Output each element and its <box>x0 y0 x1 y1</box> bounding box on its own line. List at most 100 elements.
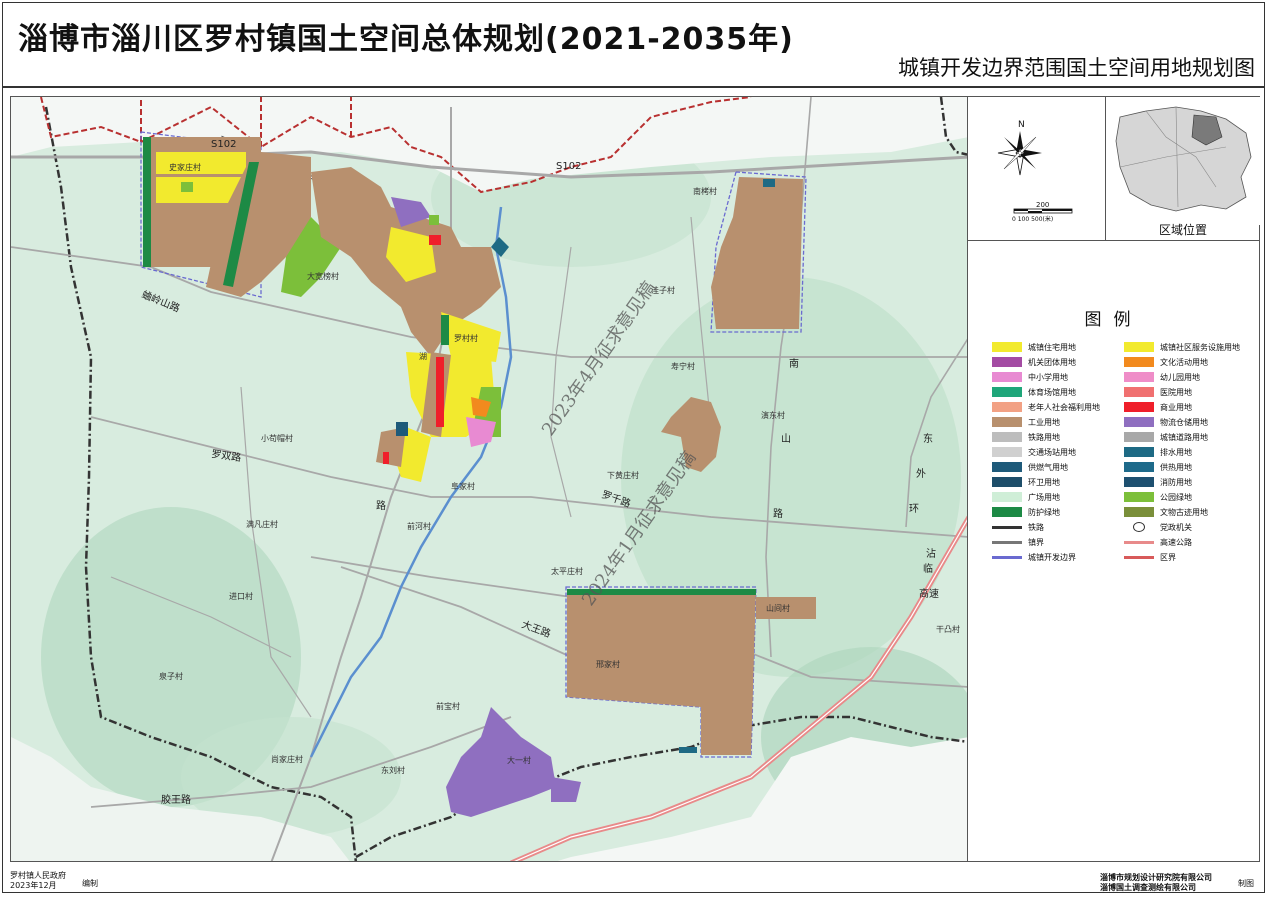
village-label: 大一村 <box>507 755 531 765</box>
map-svg: S102 S102 蛐岭山路 罗双路 路 罗千路 大王路 胶王路 南 山 路 东… <box>11 97 967 861</box>
legend-label: 供热用地 <box>1160 462 1192 472</box>
road-label: 高速 <box>919 587 939 600</box>
commercial-land <box>429 235 441 245</box>
village-label: 罗村村 <box>454 333 478 343</box>
legend-item: 中小学用地 <box>992 371 1068 383</box>
road-label: 南 <box>789 357 799 370</box>
legend-item: 铁路 <box>992 521 1044 533</box>
utility-land <box>679 747 697 753</box>
title-divider <box>2 86 1265 88</box>
village-label: 史家庄村 <box>169 162 201 172</box>
legend-label: 铁路 <box>1028 522 1044 532</box>
village-label: 演东村 <box>761 410 785 420</box>
legend-swatch <box>1124 432 1154 442</box>
legend-label: 城镇社区服务设施用地 <box>1160 342 1240 352</box>
legend-item: 城镇道路用地 <box>1124 431 1208 443</box>
legend-swatch <box>992 492 1022 502</box>
legend-item: 商业用地 <box>1124 401 1192 413</box>
legend-swatch <box>992 342 1022 352</box>
legend-item: 城镇住宅用地 <box>992 341 1076 353</box>
footer-org2: 淄博国土调查测绘有限公司 <box>1100 883 1196 892</box>
village-label: 干凸村 <box>936 624 960 634</box>
scale-bottom-label: 0 100 500(米) <box>1012 215 1053 223</box>
legend-item: 镇界 <box>992 536 1044 548</box>
village-label: 寿宁村 <box>671 361 695 371</box>
road-label: 山 <box>781 433 791 445</box>
road-label: 东 <box>923 432 933 445</box>
footer-edit: 编制 <box>82 879 98 888</box>
legend-item: 文化活动用地 <box>1124 356 1208 368</box>
legend-item: 城镇开发边界 <box>992 551 1076 563</box>
protective-green <box>143 137 151 267</box>
legend-swatch <box>992 417 1022 427</box>
village-label: 前河村 <box>407 521 431 531</box>
village-label: 泉子村 <box>159 671 183 681</box>
village-label: 东刘村 <box>381 765 405 775</box>
legend-label: 文物古迹用地 <box>1160 507 1208 517</box>
legend-label: 城镇道路用地 <box>1160 432 1208 442</box>
legend-item: 供燃气用地 <box>992 461 1068 473</box>
legend-label: 环卫用地 <box>1028 477 1060 487</box>
legend-swatch <box>1124 372 1154 382</box>
legend-swatch <box>1124 402 1154 412</box>
legend-item: 机关团体用地 <box>992 356 1076 368</box>
legend-label: 体育场馆用地 <box>1028 387 1076 397</box>
road-label: 胶王路 <box>161 793 191 806</box>
park-green <box>429 215 439 225</box>
legend-label: 城镇开发边界 <box>1028 552 1076 562</box>
village-label: 尚家庄村 <box>271 754 303 764</box>
legend-swatch <box>1124 447 1154 457</box>
road-label: 沾 <box>926 547 936 560</box>
legend-item: 公园绿地 <box>1124 491 1192 503</box>
legend-label: 党政机关 <box>1160 522 1192 532</box>
legend-item: 供热用地 <box>1124 461 1192 473</box>
road-label: S102 <box>556 161 581 172</box>
map-title: 淄博市淄川区罗村镇国土空间总体规划(2021-2035年) <box>18 22 794 57</box>
legend-item: 工业用地 <box>992 416 1060 428</box>
legend-label: 防护绿地 <box>1028 507 1060 517</box>
commercial-land <box>383 452 389 464</box>
legend-label: 排水用地 <box>1160 447 1192 457</box>
legend-swatch <box>992 477 1022 487</box>
legend-swatch <box>1124 492 1154 502</box>
legend-swatch <box>1124 342 1154 352</box>
road-label: 路 <box>773 507 783 520</box>
legend-label: 机关团体用地 <box>1028 357 1076 367</box>
legend-swatch <box>1124 507 1154 517</box>
road-label: 环 <box>909 504 919 515</box>
legend-item: 区界 <box>1124 551 1176 563</box>
legend-swatch <box>992 432 1022 442</box>
location-label: 区域位置 <box>1158 223 1207 237</box>
legend-item: 城镇社区服务设施用地 <box>1124 341 1240 353</box>
legend-item: 幼儿园用地 <box>1124 371 1200 383</box>
district-outline <box>1115 106 1252 212</box>
location-map-icon <box>1106 97 1260 225</box>
legend-item: 文物古迹用地 <box>1124 506 1208 518</box>
footer-make: 制图 <box>1238 879 1254 888</box>
north-label: N <box>1018 120 1025 130</box>
legend-swatch <box>992 402 1022 412</box>
legend-title: 图例 <box>1084 310 1143 330</box>
legend-item: 交通场站用地 <box>992 446 1076 458</box>
village-label: 阜家村 <box>451 481 475 491</box>
legend-label: 幼儿园用地 <box>1160 372 1200 382</box>
legend-swatch <box>992 507 1022 517</box>
village-label: 小苟帽村 <box>261 433 293 443</box>
legend-item: 消防用地 <box>1124 476 1192 488</box>
legend-label: 文化活动用地 <box>1160 357 1208 367</box>
legend-item: 医院用地 <box>1124 386 1192 398</box>
village-label: 太平庄村 <box>551 566 583 576</box>
north-arrow-icon: N 200 0 100 500(米) <box>997 120 1073 223</box>
legend-label: 物流仓储用地 <box>1160 417 1208 427</box>
legend-label: 医院用地 <box>1160 387 1192 397</box>
legend-label: 高速公路 <box>1160 537 1192 547</box>
legend-item: 党政机关 <box>1124 521 1192 533</box>
map-canvas[interactable]: S102 S102 蛐岭山路 罗双路 路 罗千路 大王路 胶王路 南 山 路 东… <box>10 96 968 862</box>
legend-swatch <box>1124 477 1154 487</box>
legend-swatch <box>1124 387 1154 397</box>
legend-label: 交通场站用地 <box>1028 447 1076 457</box>
legend-swatch <box>1133 522 1145 532</box>
legend-label: 镇界 <box>1028 537 1044 547</box>
village-label: 山间村 <box>766 603 790 613</box>
legend-item: 老年人社会福利用地 <box>992 401 1100 413</box>
